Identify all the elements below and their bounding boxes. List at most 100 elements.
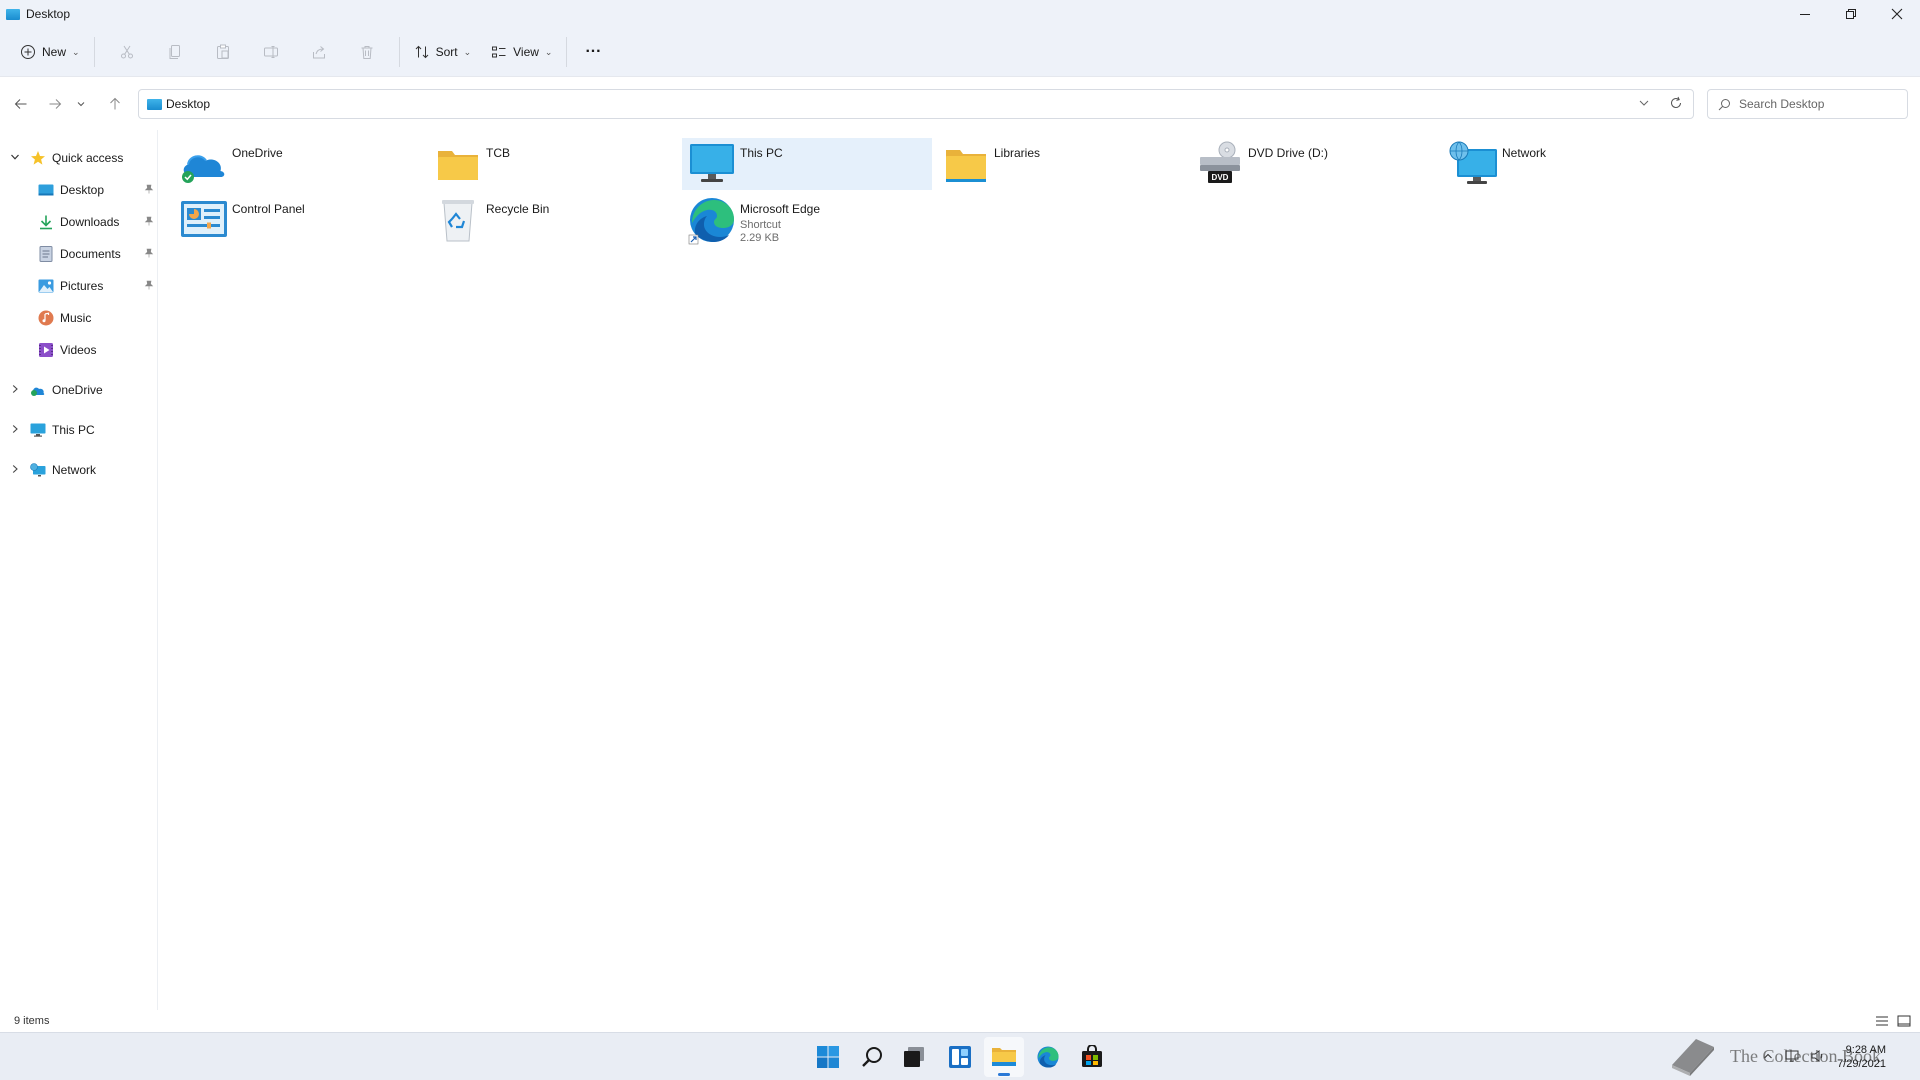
item-name: DVD Drive (D:) — [1248, 146, 1328, 160]
chevron-down-icon — [1639, 100, 1649, 106]
desktop-icon — [6, 8, 20, 20]
minimize-button[interactable] — [1782, 0, 1828, 28]
chevron-right-icon[interactable] — [10, 424, 20, 437]
rename-icon — [263, 46, 278, 58]
title-bar: Desktop — [0, 0, 1920, 28]
taskbar-search-button[interactable] — [852, 1037, 892, 1077]
item-recycle-bin[interactable]: Recycle Bin — [428, 194, 678, 246]
nav-music[interactable]: Music — [38, 305, 154, 331]
taskbar: The Collection Book 9:28 AM 7/29/2021 — [0, 1032, 1920, 1080]
nav-videos[interactable]: Videos — [38, 337, 154, 363]
nav-this-pc[interactable]: This PC — [0, 417, 150, 443]
nav-label: Pictures — [60, 279, 104, 293]
clock-date: 7/29/2021 — [1837, 1058, 1886, 1070]
close-button[interactable] — [1874, 0, 1920, 28]
nav-pictures[interactable]: Pictures — [38, 273, 154, 299]
cut-button[interactable] — [103, 36, 151, 68]
large-icons-view-button[interactable] — [1896, 1013, 1912, 1029]
copy-button[interactable] — [151, 36, 199, 68]
nav-desktop[interactable]: Desktop — [38, 177, 154, 203]
back-button[interactable] — [8, 91, 34, 117]
refresh-button[interactable] — [1669, 96, 1683, 113]
nav-downloads[interactable]: Downloads — [38, 209, 154, 235]
task-view-icon — [904, 1047, 924, 1067]
nav-label: Desktop — [60, 183, 105, 197]
address-bar[interactable]: Desktop — [138, 89, 1694, 119]
new-button[interactable]: New ⌄ — [14, 36, 86, 68]
widgets-button[interactable] — [940, 1037, 980, 1077]
refresh-icon — [1671, 96, 1682, 109]
item-this-pc[interactable]: This PC — [682, 138, 932, 190]
onedrive-icon — [30, 382, 46, 398]
up-button[interactable] — [102, 91, 128, 117]
item-dvd-drive[interactable]: DVD DVD Drive (D:) — [1190, 138, 1440, 190]
file-explorer-taskbar-button[interactable] — [984, 1037, 1024, 1077]
chevron-down-icon: ⌄ — [544, 46, 553, 57]
nav-quick-access[interactable]: Quick access — [0, 145, 150, 171]
recent-locations-button[interactable] — [73, 91, 89, 117]
network-status-icon[interactable] — [1785, 1050, 1799, 1065]
item-name: Control Panel — [232, 202, 305, 216]
delete-button[interactable] — [343, 36, 391, 68]
view-button[interactable]: View ⌄ — [485, 36, 558, 68]
store-icon — [1082, 1045, 1102, 1067]
clock[interactable]: 9:28 AM 7/29/2021 — [1837, 1043, 1886, 1071]
address-path[interactable]: Desktop — [166, 97, 210, 111]
paste-icon — [216, 44, 229, 59]
nav-label: Downloads — [60, 215, 120, 229]
chevron-down-icon: ⌄ — [72, 46, 80, 57]
widgets-icon — [949, 1046, 971, 1068]
store-taskbar-button[interactable] — [1072, 1037, 1112, 1077]
nav-label: Network — [52, 463, 97, 477]
chevron-right-icon[interactable] — [10, 384, 20, 397]
clock-time: 9:28 AM — [1845, 1044, 1886, 1056]
pin-icon — [144, 279, 154, 293]
search-box[interactable] — [1707, 89, 1908, 119]
command-bar: New ⌄ Sort ⌄ View ⌄ ··· — [0, 28, 1920, 76]
item-name: This PC — [740, 146, 783, 160]
address-history-button[interactable] — [1637, 96, 1651, 113]
chevron-up-icon[interactable] — [1763, 1050, 1773, 1064]
view-label: View — [513, 45, 539, 59]
chevron-right-icon[interactable] — [10, 464, 20, 477]
item-control-panel[interactable]: Control Panel — [174, 194, 424, 246]
sort-button[interactable]: Sort ⌄ — [408, 36, 478, 68]
toolbar-divider — [398, 37, 400, 67]
file-explorer-icon — [992, 1048, 1016, 1066]
nav-network[interactable]: Network — [0, 457, 150, 483]
arrow-right-icon — [49, 99, 62, 109]
edge-icon — [1037, 1046, 1059, 1068]
task-view-button[interactable] — [894, 1037, 934, 1077]
nav-documents[interactable]: Documents — [38, 241, 154, 267]
share-button[interactable] — [295, 36, 343, 68]
svg-text:DVD: DVD — [1212, 173, 1229, 182]
start-button[interactable] — [808, 1037, 848, 1077]
rename-button[interactable] — [247, 36, 295, 68]
restore-button[interactable] — [1828, 0, 1874, 28]
pin-icon — [144, 215, 154, 229]
forward-button[interactable] — [42, 91, 68, 117]
sort-label: Sort — [435, 45, 458, 59]
nav-onedrive[interactable]: OneDrive — [0, 377, 150, 403]
edge-taskbar-button[interactable] — [1028, 1037, 1068, 1077]
item-onedrive[interactable]: OneDrive — [174, 138, 424, 190]
folder-icon — [940, 138, 992, 190]
chevron-down-icon[interactable] — [10, 152, 20, 165]
item-type: Shortcut — [740, 219, 781, 231]
item-count: 9 items — [14, 1015, 50, 1027]
item-libraries[interactable]: Libraries — [936, 138, 1186, 190]
chevron-down-icon — [77, 102, 85, 107]
volume-icon[interactable] — [1811, 1049, 1825, 1065]
paste-button[interactable] — [199, 36, 247, 68]
details-view-button[interactable] — [1874, 1013, 1890, 1029]
pin-icon — [144, 183, 154, 197]
nav-label: Music — [60, 311, 92, 325]
search-input[interactable] — [1739, 97, 1899, 111]
more-options-button[interactable]: ··· — [575, 36, 611, 68]
item-microsoft-edge[interactable]: Microsoft Edge Shortcut 2.29 KB — [682, 194, 932, 246]
document-icon — [38, 246, 54, 262]
item-tcb[interactable]: TCB — [428, 138, 678, 190]
item-name: TCB — [486, 146, 510, 160]
new-label: New — [42, 45, 67, 59]
item-network[interactable]: Network — [1444, 138, 1694, 190]
